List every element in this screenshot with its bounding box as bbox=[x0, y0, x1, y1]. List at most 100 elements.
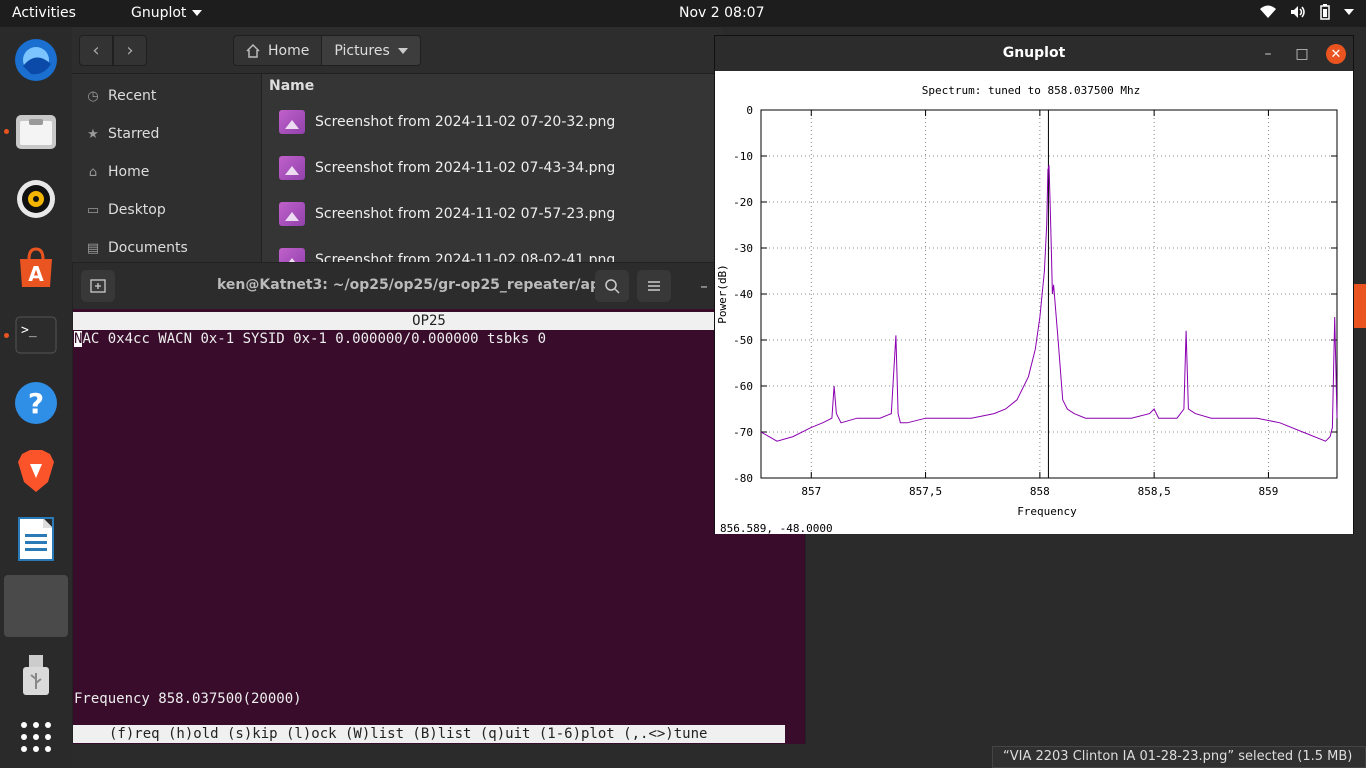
path-bar: Home Pictures bbox=[233, 35, 421, 66]
files-icon[interactable] bbox=[12, 107, 60, 155]
minimize-icon: – bbox=[1264, 46, 1272, 62]
rhythmbox-icon[interactable] bbox=[12, 175, 60, 223]
terminal-headerbar: ken@Katnet3: ~/op25/op25/gr-op25_repeate… bbox=[73, 263, 805, 309]
path-home-label: Home bbox=[268, 42, 310, 59]
brave-icon[interactable] bbox=[12, 447, 60, 495]
file-name: Screenshot from 2024-11-02 07-43-34.png bbox=[315, 160, 616, 176]
image-file-icon bbox=[279, 202, 305, 226]
path-current[interactable]: Pictures bbox=[321, 36, 420, 65]
x-tick-label: 857 bbox=[801, 485, 821, 498]
software-icon[interactable]: A bbox=[12, 243, 60, 291]
terminal-body[interactable]: OP25 NAC 0x4cc WACN 0x-1 SYSID 0x-1 0.00… bbox=[73, 309, 805, 744]
activities-button[interactable]: Activities bbox=[12, 5, 76, 21]
x-tick-label: 858 bbox=[1030, 485, 1050, 498]
battery-icon bbox=[1320, 4, 1330, 20]
svg-text:?: ? bbox=[28, 387, 44, 420]
dock: A >_ ? bbox=[0, 27, 72, 768]
chevron-left-icon: ‹ bbox=[92, 40, 100, 61]
sidebar-item-home[interactable]: ⌂ Home bbox=[86, 160, 149, 184]
sidebar-item-label: Documents bbox=[108, 240, 188, 256]
app-menu-label: Gnuplot bbox=[131, 5, 187, 21]
chevron-right-icon: › bbox=[126, 40, 134, 61]
writer-icon[interactable] bbox=[12, 515, 60, 563]
running-indicator bbox=[4, 129, 9, 134]
help-icon[interactable]: ? bbox=[12, 379, 60, 427]
y-axis-label: Power(dB) bbox=[716, 264, 729, 324]
show-apps-icon[interactable] bbox=[12, 713, 60, 761]
terminal-title: ken@Katnet3: ~/op25/op25/gr-op25_repeate… bbox=[217, 277, 619, 293]
terminal-window: ken@Katnet3: ~/op25/op25/gr-op25_repeate… bbox=[72, 262, 806, 744]
y-tick-label: -30 bbox=[733, 242, 753, 255]
sidebar-item-label: Home bbox=[108, 164, 150, 180]
desktop-icon: ▭ bbox=[86, 202, 100, 218]
y-tick-label: -70 bbox=[733, 426, 753, 439]
search-button[interactable] bbox=[595, 270, 629, 302]
new-tab-icon bbox=[90, 279, 106, 293]
x-axis-label: Frequency bbox=[1017, 505, 1077, 518]
command-bar: (f)req (h)old (s)kip (l)ock (W)list (B)l… bbox=[73, 725, 785, 743]
chevron-down-icon bbox=[397, 47, 408, 54]
app-menu[interactable]: Gnuplot bbox=[131, 5, 203, 21]
file-row[interactable]: Screenshot from 2024-11-02 07-57-23.png bbox=[279, 199, 615, 229]
sidebar-item-label: Starred bbox=[108, 126, 160, 142]
close-button[interactable]: ✕ bbox=[1326, 44, 1346, 64]
thunderbird-icon[interactable] bbox=[12, 35, 60, 83]
y-tick-label: -20 bbox=[733, 196, 753, 209]
svg-text:>_: >_ bbox=[21, 323, 37, 338]
back-button[interactable]: ‹ bbox=[79, 35, 113, 66]
sidebar-item-documents[interactable]: ▤ Documents bbox=[86, 236, 188, 260]
files-window: ‹ › Home Pictures ◷ Recent ★ Starred ⌂ H… bbox=[72, 27, 722, 272]
sidebar-item-starred[interactable]: ★ Starred bbox=[86, 122, 159, 146]
y-tick-label: -50 bbox=[733, 334, 753, 347]
home-icon: ⌂ bbox=[88, 164, 98, 180]
menu-button[interactable] bbox=[637, 270, 671, 302]
image-file-icon bbox=[279, 156, 305, 180]
sidebar-item-label: Desktop bbox=[108, 202, 166, 218]
files-sidebar: ◷ Recent ★ Starred ⌂ Home ▭ Desktop ▤ Do… bbox=[72, 74, 262, 267]
spectrum-chart[interactable]: Spectrum: tuned to 858.037500 Mhz 0 -10 -2… bbox=[715, 71, 1353, 535]
gnuplot-window: Gnuplot – □ ✕ Spectrum: tuned to 858.037… bbox=[714, 35, 1354, 535]
clock[interactable]: Nov 2 08:07 bbox=[679, 5, 764, 21]
op25-header: OP25 bbox=[73, 312, 785, 330]
gnuplot-app-icon[interactable] bbox=[4, 575, 68, 637]
hamburger-icon bbox=[648, 281, 660, 291]
documents-icon: ▤ bbox=[86, 240, 100, 256]
search-icon bbox=[604, 278, 620, 294]
status-line: NAC 0x4cc WACN 0x-1 SYSID 0x-1 0.000000/… bbox=[74, 331, 546, 347]
frequency-line: Frequency 858.037500(20000) bbox=[74, 691, 302, 707]
clock-icon: ◷ bbox=[87, 88, 99, 104]
image-file-icon bbox=[279, 110, 305, 134]
terminal-icon[interactable]: >_ bbox=[12, 311, 60, 359]
new-tab-button[interactable] bbox=[81, 270, 115, 302]
mouse-coordinates: 856.589, -48.0000 bbox=[720, 522, 833, 534]
top-bar: Activities Gnuplot Nov 2 08:07 bbox=[0, 0, 1366, 27]
running-indicator bbox=[4, 333, 9, 338]
plot-area[interactable]: Spectrum: tuned to 858.037500 Mhz 0 -10 -2… bbox=[715, 71, 1353, 535]
usb-drive-icon[interactable] bbox=[12, 651, 60, 699]
status-line-text: AC 0x4cc WACN 0x-1 SYSID 0x-1 0.000000/0… bbox=[82, 331, 547, 347]
sidebar-item-recent[interactable]: ◷ Recent bbox=[86, 84, 156, 108]
path-home[interactable]: Home bbox=[234, 36, 321, 65]
minimize-button[interactable]: – bbox=[1258, 44, 1278, 64]
sidebar-item-label: Recent bbox=[108, 88, 157, 104]
system-menu-icon bbox=[1344, 9, 1354, 15]
column-header-name[interactable]: Name bbox=[269, 78, 314, 94]
wifi-icon bbox=[1260, 5, 1276, 18]
chevron-down-icon bbox=[192, 10, 203, 16]
star-icon: ★ bbox=[87, 126, 99, 142]
file-row[interactable]: Screenshot from 2024-11-02 07-43-34.png bbox=[279, 153, 615, 183]
system-tray[interactable] bbox=[1260, 4, 1354, 20]
maximize-button[interactable]: □ bbox=[1292, 44, 1312, 64]
forward-button[interactable]: › bbox=[113, 35, 147, 66]
file-list: Name Screenshot from 2024-11-02 07-20-32… bbox=[263, 74, 722, 272]
gnuplot-headerbar: Gnuplot – □ ✕ bbox=[715, 36, 1353, 71]
home-icon bbox=[246, 43, 260, 58]
sidebar-item-desktop[interactable]: ▭ Desktop bbox=[86, 198, 166, 222]
file-name: Screenshot from 2024-11-02 07-20-32.png bbox=[315, 114, 616, 130]
x-tick-label: 857,5 bbox=[909, 485, 942, 498]
files-status-bar: “VIA 2203 Clinton IA 01-28-23.png” selec… bbox=[992, 746, 1366, 768]
y-tick-label: 0 bbox=[746, 104, 753, 117]
close-icon: ✕ bbox=[1330, 46, 1342, 62]
y-tick-label: -60 bbox=[733, 380, 753, 393]
file-row[interactable]: Screenshot from 2024-11-02 07-20-32.png bbox=[279, 107, 615, 137]
